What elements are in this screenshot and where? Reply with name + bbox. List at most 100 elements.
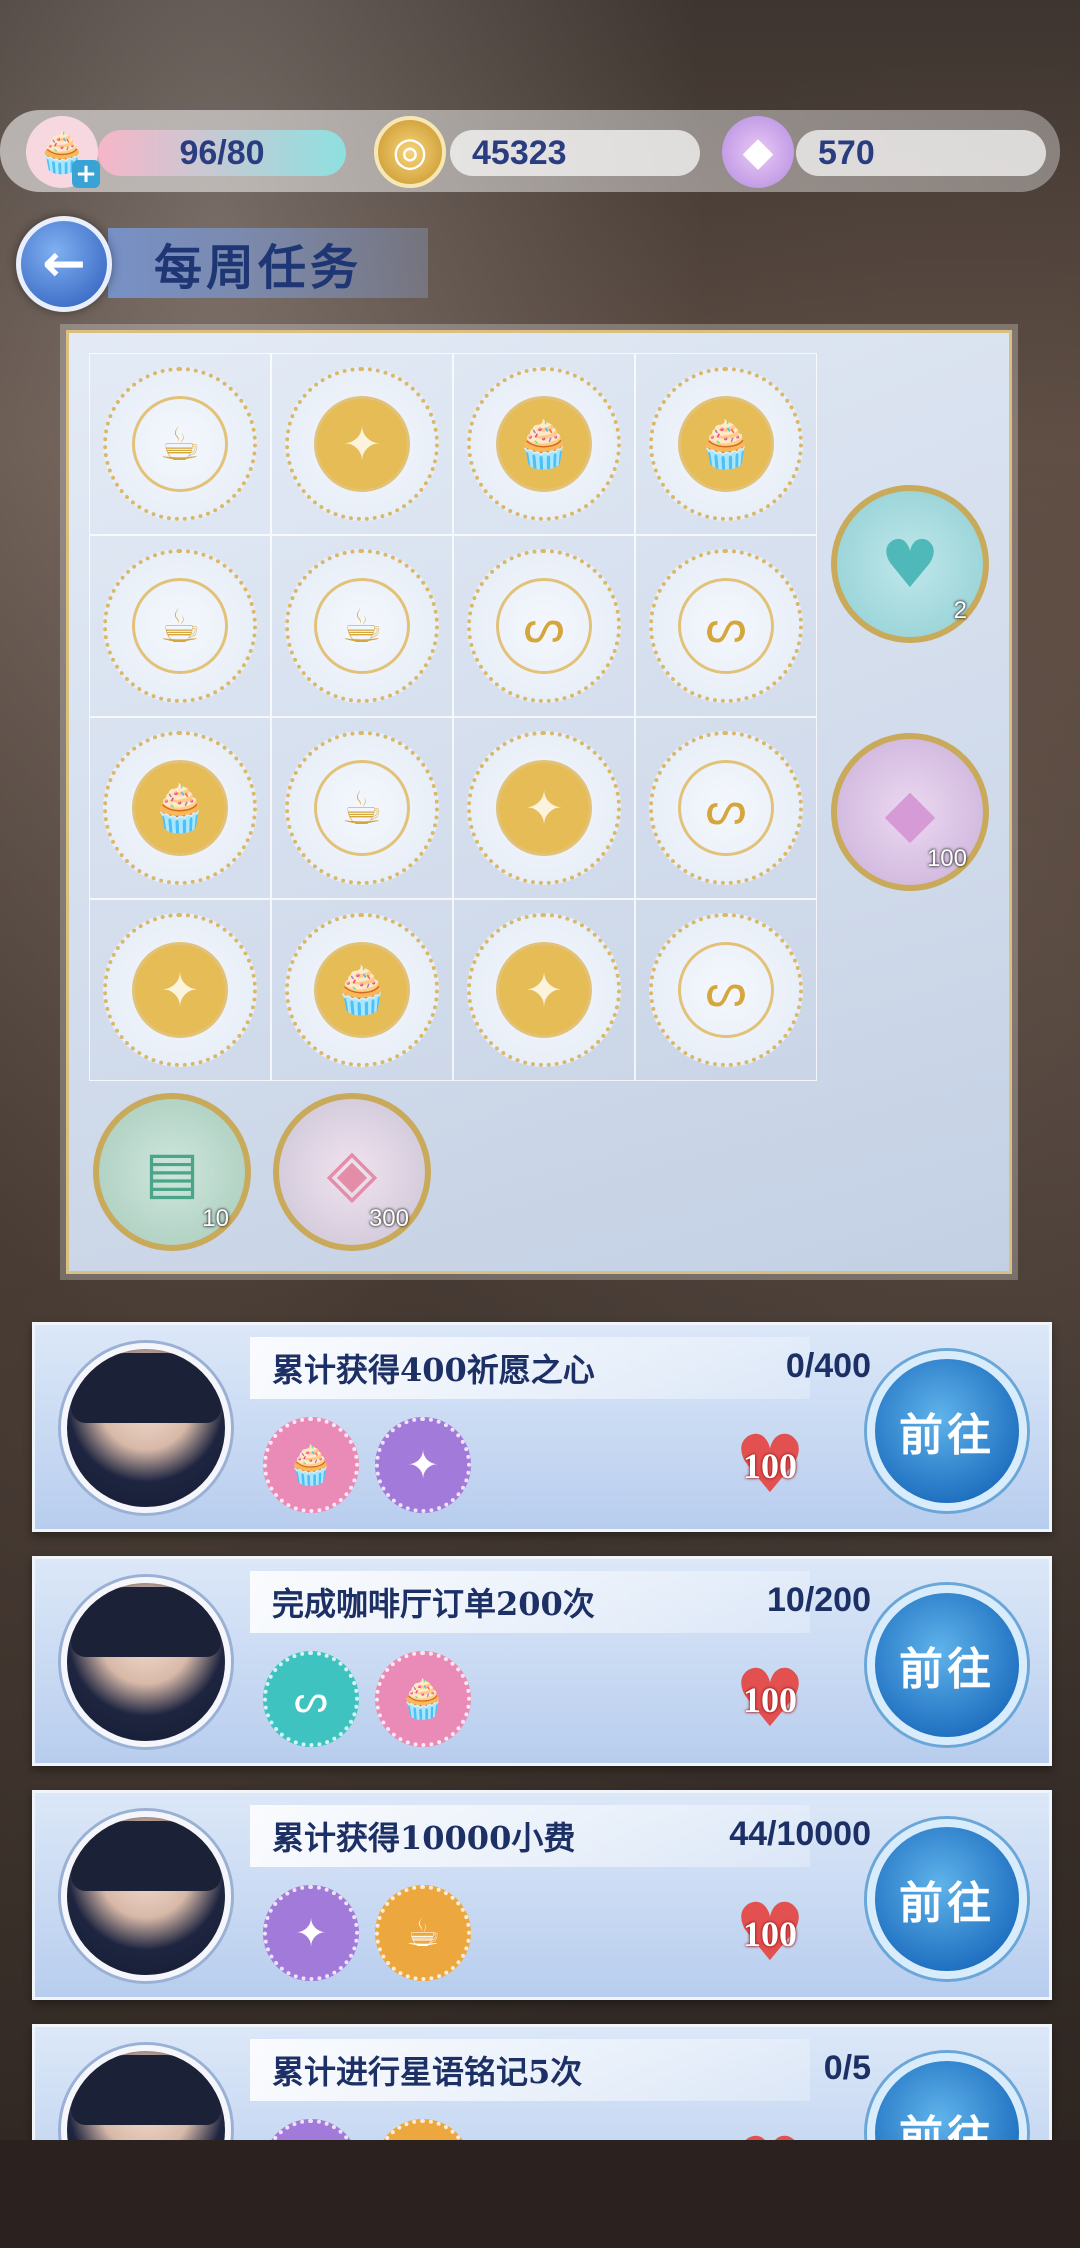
page-title-banner: 每周任务 <box>108 228 428 298</box>
avatar-hair <box>71 2055 221 2125</box>
bottom-reward-count: 300 <box>368 1205 409 1232</box>
stamp-swan: ᔕ <box>649 731 803 885</box>
stamp-cell: ᔕ <box>635 535 817 717</box>
cupcake-stamp-icon: 🧁 <box>263 1417 359 1513</box>
stamp-cell: 🧁 <box>453 353 635 535</box>
task-title-bar: 累计进行星语铭记5次 <box>250 2039 810 2101</box>
stamp-cell: ☕ <box>89 353 271 535</box>
task-progress: 0/5 <box>823 2049 871 2087</box>
stamp-cell: ✦ <box>271 353 453 535</box>
heart-reward-value: 100 <box>743 1914 797 1954</box>
task-progress: 10/200 <box>767 1581 871 1619</box>
swan-icon: ᔕ <box>678 578 774 674</box>
avatar-hair <box>71 1821 221 1891</box>
back-button[interactable]: ← <box>16 216 112 312</box>
purple-crystal-icon: ◆ <box>722 116 794 188</box>
task-progress: 44/10000 <box>729 1815 871 1853</box>
stamp-grid: ☕ ✦ 🧁 🧁 ☕ ☕ ᔕ ᔕ 🧁 ☕ ✦ ᔕ ✦ 🧁 ✦ ᔕ <box>89 353 817 1083</box>
stamp-cup: ☕ <box>103 549 257 703</box>
compass-stamp-icon: ✦ <box>263 1885 359 1981</box>
page-title: 每周任务 <box>154 240 363 296</box>
heart-box-icon[interactable]: ♥ 2 <box>831 485 989 643</box>
stamp-cell: ᔕ <box>635 899 817 1081</box>
heart-reward: ♥ 100 <box>725 1425 815 1505</box>
swan-icon: ᔕ <box>496 578 592 674</box>
stamp-cell: ☕ <box>271 535 453 717</box>
cupcake-icon: 🧁 <box>314 942 410 1038</box>
gold-coin-icon: ◎ <box>374 116 446 188</box>
task-title: 累计进行星语铭记5次 <box>272 2053 583 2091</box>
coins-value: 45323 <box>472 133 567 172</box>
compass-icon: ✦ <box>132 942 228 1038</box>
task-title-bar: 累计获得10000小费 <box>250 1805 810 1867</box>
heart-reward: ♥ 100 <box>725 1659 815 1739</box>
stamp-cup: ☕ <box>103 367 257 521</box>
swan-stamp-icon: ᔕ <box>263 1651 359 1747</box>
crystal-swan-icon[interactable]: ◆ 100 <box>831 733 989 891</box>
go-button[interactable]: 前往 <box>867 1819 1027 1979</box>
cupcake-icon: 🧁 <box>132 760 228 856</box>
stamp-swan: ᔕ <box>467 549 621 703</box>
task-progress: 0/400 <box>785 1347 871 1385</box>
cupcake-stamp-icon: 🧁 <box>375 1651 471 1747</box>
go-button-label: 前往 <box>899 1644 995 1695</box>
heart-reward: ♥ 100 <box>725 1893 815 1973</box>
heart-reward-value: 100 <box>743 1680 797 1720</box>
compass-stamp-icon: ✦ <box>375 1417 471 1513</box>
bottom-bar <box>0 2140 1080 2248</box>
task-card: 完成咖啡厅订单200次 10/200 ᔕ 🧁 ♥ 100 前往 <box>32 1556 1052 1766</box>
stamp-cell: 🧁 <box>635 353 817 535</box>
task-card: 累计获得400祈愿之心 0/400 🧁 ✦ ♥ 100 前往 <box>32 1322 1052 1532</box>
stamp-cupcake: 🧁 <box>467 367 621 521</box>
task-title: 完成咖啡厅订单200次 <box>272 1585 595 1623</box>
task-title-bar: 完成咖啡厅订单200次 <box>250 1571 810 1633</box>
cup-icon: ☕ <box>132 396 228 492</box>
stamina-pill: 96/80 <box>98 130 346 176</box>
compass-icon: ✦ <box>496 760 592 856</box>
cup-icon: ☕ <box>132 578 228 674</box>
stamp-cell: ᔕ <box>635 717 817 899</box>
row-reward-count: 2 <box>953 597 967 624</box>
gems-pill: 570 <box>796 130 1046 176</box>
stamp-swan: ᔕ <box>649 549 803 703</box>
add-stamina-icon[interactable]: + <box>72 159 100 189</box>
stamp-cell: 🧁 <box>271 899 453 1081</box>
rainbow-gem-icon[interactable]: ◈ 300 <box>273 1093 431 1251</box>
stamp-cupcake: 🧁 <box>285 913 439 1067</box>
stamp-cell: 🧁 <box>89 717 271 899</box>
stamp-cell: ✦ <box>453 899 635 1081</box>
row-reward-count: 100 <box>926 845 967 872</box>
stamp-cup: ☕ <box>285 549 439 703</box>
gems-value: 570 <box>818 133 875 172</box>
back-arrow-icon: ← <box>42 234 86 294</box>
coins-pill: 45323 <box>450 130 700 176</box>
stamp-board: ☕ ✦ 🧁 🧁 ☕ ☕ ᔕ ᔕ 🧁 ☕ ✦ ᔕ ✦ 🧁 ✦ ᔕ ♥ 2 ◆ 100 ▤ 10 ◈ 300 <box>66 330 1012 1274</box>
stamp-cell: ☕ <box>89 535 271 717</box>
swan-icon: ᔕ <box>678 942 774 1038</box>
stamina-value: 96/80 <box>179 133 265 172</box>
stamp-cell: ᔕ <box>453 535 635 717</box>
stamp-swan: ᔕ <box>649 913 803 1067</box>
go-button[interactable]: 前往 <box>867 1585 1027 1745</box>
avatar-hair <box>71 1353 221 1423</box>
go-button[interactable]: 前往 <box>867 1351 1027 1511</box>
swan-ticket-icon[interactable]: ▤ 10 <box>93 1093 251 1251</box>
swan-icon: ᔕ <box>678 760 774 856</box>
stamp-cell: ✦ <box>89 899 271 1081</box>
stamp-cupcake: 🧁 <box>649 367 803 521</box>
cupcake-icon: 🧁 <box>678 396 774 492</box>
avatar-hair <box>71 1587 221 1657</box>
character-avatar <box>61 1343 231 1513</box>
stamp-cup: ☕ <box>285 731 439 885</box>
task-title: 累计获得400祈愿之心 <box>272 1351 595 1389</box>
heart-reward-value: 100 <box>743 1446 797 1486</box>
compass-icon: ✦ <box>314 396 410 492</box>
compass-icon: ✦ <box>496 942 592 1038</box>
stamp-compass: ✦ <box>467 731 621 885</box>
task-title: 累计获得10000小费 <box>272 1819 576 1857</box>
bottom-reward-count: 10 <box>202 1205 229 1232</box>
stamp-cell: ✦ <box>453 717 635 899</box>
cupcake-icon: 🧁 <box>496 396 592 492</box>
cup-icon: ☕ <box>314 578 410 674</box>
cup-stamp-icon: ☕ <box>375 1885 471 1981</box>
